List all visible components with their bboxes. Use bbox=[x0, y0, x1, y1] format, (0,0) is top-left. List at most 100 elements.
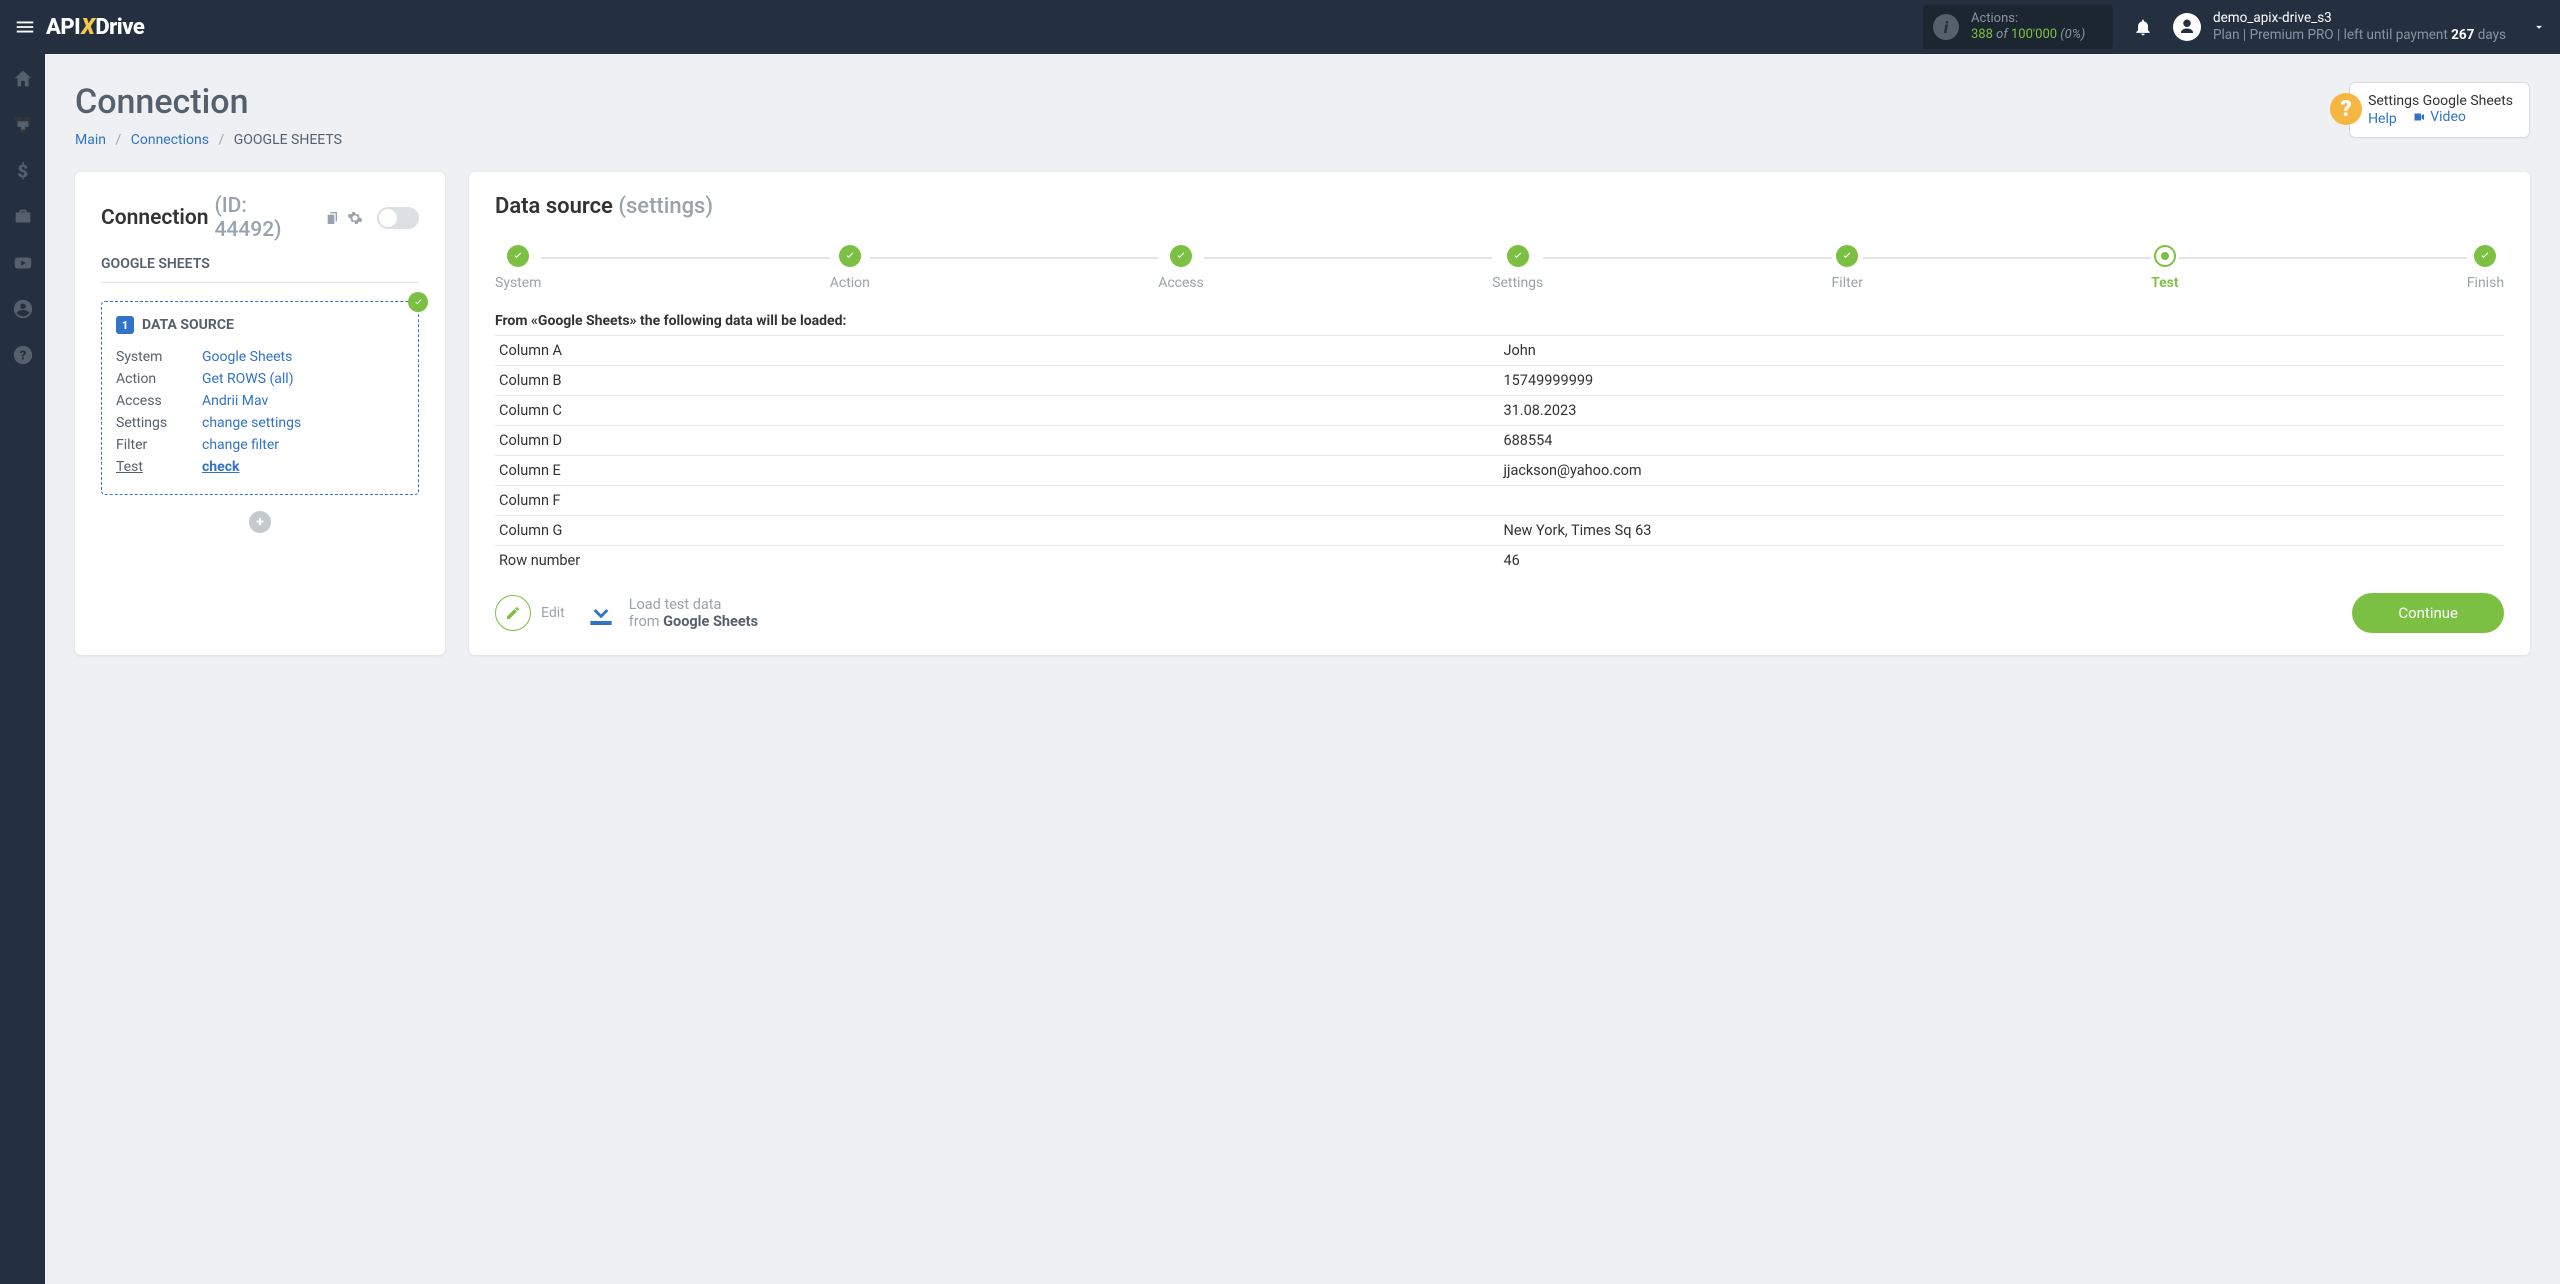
step-test[interactable]: Test bbox=[2151, 245, 2178, 291]
help-link[interactable]: Help bbox=[2368, 111, 2397, 127]
notifications-icon[interactable] bbox=[2133, 17, 2153, 37]
table-cell-key: Column B bbox=[495, 366, 1500, 396]
step-label: Test bbox=[2151, 275, 2178, 291]
right-title: Data source bbox=[495, 194, 613, 219]
menu-toggle[interactable] bbox=[14, 16, 36, 38]
check-icon bbox=[2479, 250, 2491, 262]
ds-settings-value[interactable]: change settings bbox=[202, 415, 301, 431]
load-l2-src: Google Sheets bbox=[663, 613, 758, 630]
step-connector bbox=[1543, 257, 1831, 259]
table-cell-key: Column F bbox=[495, 486, 1500, 516]
table-cell-key: Column E bbox=[495, 456, 1500, 486]
step-access[interactable]: Access bbox=[1158, 245, 1204, 291]
data-source-box[interactable]: 1 DATA SOURCE SystemGoogle Sheets Action… bbox=[101, 301, 419, 495]
actions-pct: (0%) bbox=[2060, 27, 2085, 42]
edit-button[interactable]: Edit bbox=[495, 595, 565, 631]
plan-days-word: days bbox=[2478, 27, 2506, 43]
breadcrumb-main[interactable]: Main bbox=[75, 132, 106, 148]
step-connector bbox=[2179, 257, 2467, 259]
table-row: Column D688554 bbox=[495, 426, 2504, 456]
actions-counter[interactable]: i Actions: 388 of 100'000 (0%) bbox=[1923, 5, 2113, 48]
page-title: Connection bbox=[75, 82, 342, 122]
ds-badge-number: 1 bbox=[116, 316, 134, 334]
gear-icon[interactable] bbox=[347, 210, 363, 226]
add-step-button[interactable]: + bbox=[249, 511, 271, 533]
table-cell-value: New York, Times Sq 63 bbox=[1500, 516, 2505, 546]
chevron-down-icon bbox=[2532, 20, 2546, 34]
sidebar-billing-icon[interactable]: $ bbox=[12, 160, 34, 182]
ds-access-key: Access bbox=[116, 393, 178, 409]
user-info: demo_apix-drive_s3 Plan | Premium PRO | … bbox=[2213, 10, 2506, 44]
table-row: Column Ejjackson@yahoo.com bbox=[495, 456, 2504, 486]
ds-filter-value[interactable]: change filter bbox=[202, 437, 279, 453]
check-icon bbox=[413, 297, 424, 308]
svg-text:$: $ bbox=[17, 161, 28, 182]
step-connector bbox=[870, 257, 1158, 259]
plan-name: Premium PRO bbox=[2250, 27, 2334, 43]
table-cell-key: Column A bbox=[495, 336, 1500, 366]
ds-badge-label: DATA SOURCE bbox=[142, 317, 234, 333]
connection-toggle[interactable] bbox=[377, 207, 419, 229]
step-connector bbox=[1863, 257, 2151, 259]
ds-system-key: System bbox=[116, 349, 178, 365]
table-row: Column GNew York, Times Sq 63 bbox=[495, 516, 2504, 546]
logo-text-prefix: API bbox=[46, 15, 80, 40]
info-icon: i bbox=[1933, 14, 1959, 40]
step-connector bbox=[541, 257, 829, 259]
table-row: Column AJohn bbox=[495, 336, 2504, 366]
step-system[interactable]: System bbox=[495, 245, 541, 291]
user-icon bbox=[2178, 18, 2196, 36]
step-connector bbox=[1204, 257, 1492, 259]
help-title: Settings Google Sheets bbox=[2368, 93, 2513, 109]
load-l1: Load test data bbox=[629, 596, 758, 613]
breadcrumb-connections[interactable]: Connections bbox=[131, 132, 209, 148]
help-video-link[interactable]: Video bbox=[2412, 109, 2466, 125]
help-video-text: Video bbox=[2430, 109, 2466, 125]
table-cell-value bbox=[1500, 486, 2505, 516]
ds-test-value[interactable]: check bbox=[202, 459, 239, 475]
topbar: API X Drive i Actions: 388 of 100'000 (0… bbox=[0, 0, 2560, 54]
table-row: Row number46 bbox=[495, 546, 2504, 576]
step-filter[interactable]: Filter bbox=[1832, 245, 1863, 291]
table-cell-key: Row number bbox=[495, 546, 1500, 576]
data-source-card: Data source (settings) System Action Acces… bbox=[469, 172, 2530, 655]
breadcrumb-current: GOOGLE SHEETS bbox=[234, 132, 342, 148]
check-icon bbox=[512, 250, 524, 262]
right-title-sub: (settings) bbox=[618, 194, 713, 219]
hamburger-icon bbox=[14, 16, 36, 38]
load-l2-from: from bbox=[629, 613, 660, 630]
download-icon bbox=[585, 597, 617, 629]
continue-button[interactable]: Continue bbox=[2352, 593, 2504, 633]
actions-used: 388 bbox=[1971, 27, 1993, 42]
logo[interactable]: API X Drive bbox=[46, 15, 144, 40]
step-action[interactable]: Action bbox=[830, 245, 870, 291]
sidebar-home-icon[interactable] bbox=[12, 68, 34, 90]
connection-subtitle: GOOGLE SHEETS bbox=[101, 256, 419, 283]
table-cell-value: John bbox=[1500, 336, 2505, 366]
table-cell-value: 31.08.2023 bbox=[1500, 396, 2505, 426]
step-label: System bbox=[495, 275, 541, 291]
sidebar-account-icon[interactable] bbox=[12, 298, 34, 320]
copy-icon[interactable] bbox=[325, 210, 341, 226]
sidebar-connections-icon[interactable] bbox=[12, 114, 34, 136]
actions-label: Actions: bbox=[1971, 11, 2085, 27]
ds-system-value[interactable]: Google Sheets bbox=[202, 349, 292, 365]
table-cell-value: jjackson@yahoo.com bbox=[1500, 456, 2505, 486]
logo-text-suffix: Drive bbox=[95, 15, 144, 40]
sidebar-video-icon[interactable] bbox=[12, 252, 34, 274]
sidebar: $ ? bbox=[0, 54, 45, 1284]
table-row: Column B15749999999 bbox=[495, 366, 2504, 396]
user-name: demo_apix-drive_s3 bbox=[2213, 10, 2506, 27]
check-icon bbox=[1841, 250, 1853, 262]
ds-access-value[interactable]: Andrii Mav bbox=[202, 393, 268, 409]
ds-settings-key: Settings bbox=[116, 415, 178, 431]
step-finish[interactable]: Finish bbox=[2467, 245, 2504, 291]
load-test-data-button[interactable]: Load test data from Google Sheets bbox=[585, 596, 758, 631]
ds-action-value[interactable]: Get ROWS (all) bbox=[202, 371, 294, 387]
user-menu[interactable]: demo_apix-drive_s3 Plan | Premium PRO | … bbox=[2173, 10, 2546, 44]
step-settings[interactable]: Settings bbox=[1492, 245, 1543, 291]
video-icon bbox=[2412, 111, 2426, 123]
main: Connection Main / Connections / GOOGLE S… bbox=[45, 54, 2560, 1284]
sidebar-help-icon[interactable]: ? bbox=[12, 344, 34, 366]
sidebar-briefcase-icon[interactable] bbox=[12, 206, 34, 228]
